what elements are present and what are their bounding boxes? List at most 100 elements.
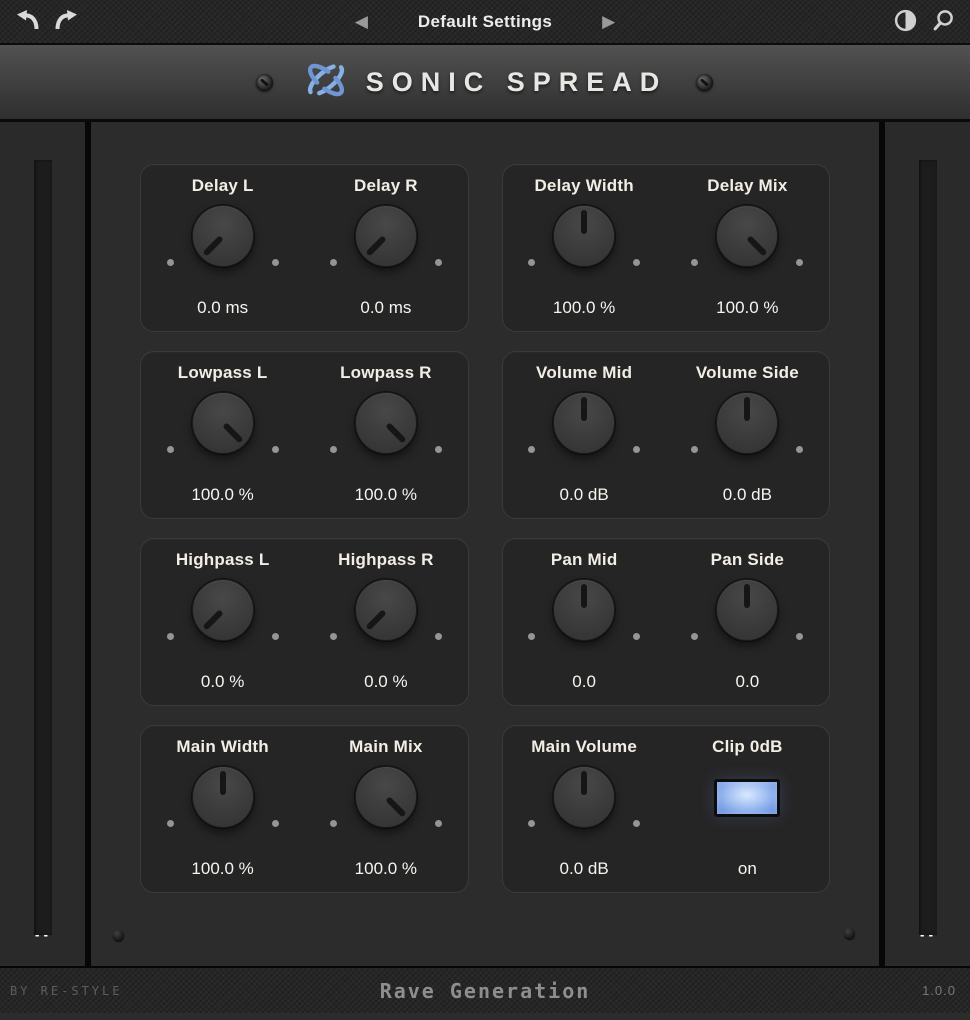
plugin-title: SONIC SPREAD (366, 67, 668, 98)
knob-pointer (717, 580, 777, 640)
knob-value: 0.0 dB (560, 859, 609, 879)
undo-icon (15, 7, 42, 36)
controls-panel: Delay L 0.0 ms Delay R (91, 122, 879, 966)
knob-min-dot (167, 820, 174, 827)
knob-pointer (193, 767, 253, 827)
group-lowpass: Lowpass L 100.0 % Lowpass R (140, 351, 469, 519)
knob-delay-r[interactable] (311, 203, 461, 287)
knob-dial[interactable] (355, 579, 417, 641)
right-meter-panel: -- (885, 122, 970, 966)
cell-volume-side: Volume Side 0.0 dB (666, 352, 829, 518)
knob-dial[interactable] (192, 579, 254, 641)
preset-name[interactable]: Default Settings (418, 12, 552, 32)
knob-pan-side[interactable] (672, 577, 822, 661)
knob-min-dot (330, 259, 337, 266)
knob-min-dot (691, 259, 698, 266)
knob-dial[interactable] (192, 766, 254, 828)
zoom-button[interactable] (929, 6, 958, 38)
knob-main-width[interactable] (148, 764, 298, 848)
redo-icon (52, 7, 79, 36)
knob-max-dot (633, 446, 640, 453)
knob-delay-width[interactable] (509, 203, 659, 287)
knob-dial[interactable] (192, 205, 254, 267)
knob-dial[interactable] (553, 205, 615, 267)
group-delay-width-mix: Delay Width 100.0 % Delay Mix (502, 164, 831, 332)
group-pan: Pan Mid 0.0 Pan Side (502, 538, 831, 706)
redo-button[interactable] (50, 5, 81, 38)
preset-prev-button[interactable]: ◀ (351, 11, 372, 32)
topbar-right-controls (891, 6, 958, 38)
knob-min-dot (330, 820, 337, 827)
cell-delay-mix: Delay Mix 100.0 % (666, 165, 829, 331)
knob-dial[interactable] (716, 205, 778, 267)
version-text: 1.0.0 (922, 983, 956, 998)
history-controls (13, 5, 81, 38)
knob-max-dot (796, 259, 803, 266)
undo-button[interactable] (13, 5, 44, 38)
knob-value: 0.0 % (364, 672, 407, 692)
plugin-name: Rave Generation (380, 979, 591, 1003)
knob-max-dot (435, 259, 442, 266)
sonic-spread-logo-icon (303, 52, 349, 113)
knob-dial[interactable] (355, 392, 417, 454)
screw-icon (696, 74, 713, 91)
knob-pointer (554, 767, 614, 827)
cell-main-mix: Main Mix 100.0 % (304, 726, 467, 892)
knob-label: Main Volume (531, 737, 637, 757)
knob-pointer (554, 580, 614, 640)
knob-pointer (554, 206, 614, 266)
knob-dial[interactable] (553, 766, 615, 828)
knob-label: Main Width (176, 737, 269, 757)
clip-0db-toggle-button[interactable] (714, 779, 780, 817)
knob-min-dot (167, 259, 174, 266)
preset-next-button[interactable]: ▶ (598, 11, 619, 32)
knob-pointer (343, 568, 428, 653)
knob-volume-side[interactable] (672, 390, 822, 474)
knob-max-dot (796, 633, 803, 640)
cell-pan-side: Pan Side 0.0 (666, 539, 829, 705)
knob-main-mix[interactable] (311, 764, 461, 848)
knob-value: 100.0 % (191, 859, 253, 879)
cell-volume-mid: Volume Mid 0.0 dB (503, 352, 666, 518)
knob-max-dot (272, 820, 279, 827)
theme-contrast-button[interactable] (891, 6, 920, 38)
knob-delay-l[interactable] (148, 203, 298, 287)
cell-highpass-r: Highpass R 0.0 % (304, 539, 467, 705)
toggle-label: Clip 0dB (712, 737, 783, 757)
knob-dial[interactable] (553, 392, 615, 454)
magnifier-icon (931, 8, 956, 36)
cell-delay-l: Delay L 0.0 ms (141, 165, 304, 331)
knob-dial[interactable] (355, 205, 417, 267)
knob-volume-mid[interactable] (509, 390, 659, 474)
knob-lowpass-l[interactable] (148, 390, 298, 474)
toggle-value: on (738, 859, 757, 879)
knob-delay-mix[interactable] (672, 203, 822, 287)
knob-dial[interactable] (716, 392, 778, 454)
knob-dial[interactable] (553, 579, 615, 641)
knob-pointer (343, 381, 428, 466)
knob-highpass-l[interactable] (148, 577, 298, 661)
knob-value: 0.0 (572, 672, 596, 692)
cell-clip-0db: Clip 0dB on (666, 726, 829, 892)
knob-main-volume[interactable] (509, 764, 659, 848)
knob-dial[interactable] (192, 392, 254, 454)
cell-main-width: Main Width 100.0 % (141, 726, 304, 892)
main-area: -- Delay L 0.0 ms Delay R (0, 122, 970, 968)
knob-max-dot (435, 633, 442, 640)
knob-max-dot (272, 633, 279, 640)
screw-icon (113, 930, 124, 941)
knob-value: 0.0 ms (197, 298, 248, 318)
knob-value: 0.0 ms (360, 298, 411, 318)
knob-label: Delay Width (534, 176, 633, 196)
knob-pan-mid[interactable] (509, 577, 659, 661)
knob-dial[interactable] (716, 579, 778, 641)
credit-text: BY RE-STYLE (10, 984, 122, 998)
knob-pointer (343, 194, 428, 279)
knob-max-dot (633, 633, 640, 640)
knob-lowpass-r[interactable] (311, 390, 461, 474)
knob-label: Pan Mid (551, 550, 618, 570)
knob-value: 0.0 % (201, 672, 244, 692)
knob-dial[interactable] (355, 766, 417, 828)
contrast-icon (893, 8, 918, 36)
knob-highpass-r[interactable] (311, 577, 461, 661)
